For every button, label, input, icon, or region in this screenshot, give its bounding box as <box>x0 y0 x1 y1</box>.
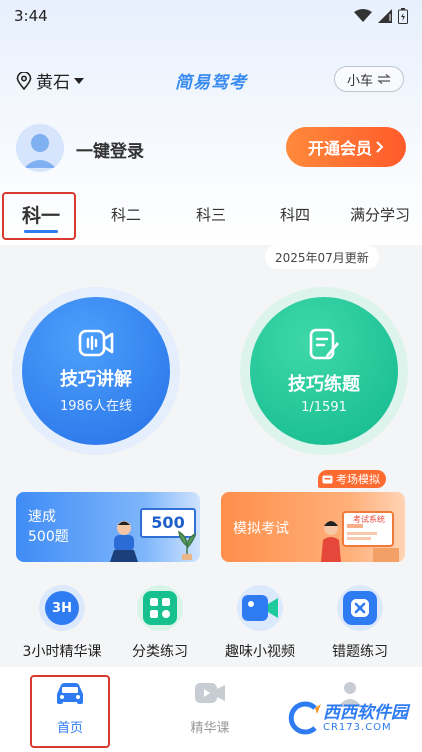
skills-practice-progress: 1/1591 <box>301 399 347 415</box>
skills-practice-button[interactable]: 技巧练题 1/1591 <box>250 297 398 445</box>
wrong-question-icon <box>343 591 377 625</box>
watermark-brand: 西西软件园 <box>323 702 408 723</box>
watermark: 西西软件园 CR173.COM <box>285 700 408 736</box>
tab-highlight-box <box>2 192 76 240</box>
plant-icon <box>178 530 197 560</box>
status-time: 3:44 <box>14 7 48 25</box>
chevron-right-icon <box>376 141 384 153</box>
feature-category-practice-label: 分类练习 <box>132 644 188 660</box>
header: 黄石 简易驾考 小车 <box>0 62 422 98</box>
wifi-icon <box>354 9 372 22</box>
status-bar: 3:44 <box>0 0 422 32</box>
main-content: 2025年07月更新 技巧讲解 1986人在线 技巧练题 1/1591 速成 5… <box>0 245 422 667</box>
nav-featured-label: 精华课 <box>190 721 230 736</box>
skills-lecture-subtitle: 1986人在线 <box>59 398 133 414</box>
user-avatar-icon <box>16 124 64 172</box>
login-link[interactable]: 一键登录 <box>76 137 144 162</box>
skills-practice-title: 技巧练题 <box>288 373 360 395</box>
video-camera-icon <box>78 329 114 356</box>
skills-lecture-button[interactable]: 技巧讲解 1986人在线 <box>22 297 170 445</box>
feature-wrong-questions[interactable]: 错题练习 <box>310 585 410 661</box>
grid-icon <box>143 591 177 625</box>
hours-course-icon: 3H <box>45 591 79 625</box>
feature-essential-course-bg: 3H <box>39 585 85 631</box>
exam-simulation-badge-label: 考场模拟 <box>336 473 380 486</box>
exam-system-text: 考试系统 <box>353 515 385 524</box>
vip-label: 开通会员 <box>307 139 372 158</box>
mock-exam-banner[interactable]: 模拟考试 考试系统 <box>221 492 405 562</box>
profile-row: 一键登录 开通会员 <box>16 124 406 174</box>
feature-fun-videos-label: 趣味小视频 <box>225 644 295 660</box>
swap-icon <box>377 74 391 84</box>
signal-icon <box>378 9 392 23</box>
speed-500-banner[interactable]: 速成 500题 500 <box>16 492 200 562</box>
student-illustration-icon <box>110 521 138 562</box>
vehicle-switch-button[interactable]: 小车 <box>334 66 404 92</box>
feature-wrong-questions-label: 错题练习 <box>332 644 388 660</box>
tab-subject-4[interactable]: 科四 <box>260 204 330 225</box>
feature-category-practice-bg <box>137 585 183 631</box>
ticket-icon <box>322 475 333 483</box>
tab-subject-2[interactable]: 科二 <box>91 204 161 225</box>
hours-course-icon-text: 3H <box>52 600 72 616</box>
nav-featured[interactable]: 精华课 <box>170 681 250 736</box>
feature-fun-videos[interactable]: 趣味小视频 <box>210 585 310 661</box>
edit-document-icon <box>309 328 339 359</box>
watermark-logo-icon <box>288 701 321 735</box>
tab-subject-3[interactable]: 科三 <box>176 204 246 225</box>
speed-count-label: 500题 <box>28 529 69 545</box>
skills-practice-ring: 技巧练题 1/1591 <box>240 287 408 455</box>
feature-category-practice[interactable]: 分类练习 <box>110 585 210 661</box>
vehicle-label: 小车 <box>346 73 373 89</box>
status-icons <box>354 8 408 24</box>
battery-icon <box>398 8 408 24</box>
exam-simulation-badge: 考场模拟 <box>318 470 386 488</box>
feature-wrong-questions-bg <box>337 585 383 631</box>
skills-lecture-title: 技巧讲解 <box>60 368 132 390</box>
video-icon <box>242 595 278 621</box>
play-video-icon <box>195 683 225 703</box>
feature-fun-videos-bg <box>237 585 283 631</box>
avatar[interactable] <box>16 124 64 172</box>
feature-essential-course[interactable]: 3H 3小时精华课 <box>12 585 112 661</box>
vip-button[interactable]: 开通会员 <box>286 127 406 167</box>
speed-label: 速成 <box>28 509 56 525</box>
skills-lecture-ring: 技巧讲解 1986人在线 <box>12 287 180 455</box>
update-badge: 2025年07月更新 <box>265 245 379 269</box>
mock-exam-label: 模拟考试 <box>233 521 289 537</box>
feature-essential-course-label: 3小时精华课 <box>22 644 102 660</box>
nav-highlight-box <box>30 675 110 748</box>
watermark-url: CR173.COM <box>323 721 392 733</box>
tab-full-score[interactable]: 满分学习 <box>343 204 417 225</box>
